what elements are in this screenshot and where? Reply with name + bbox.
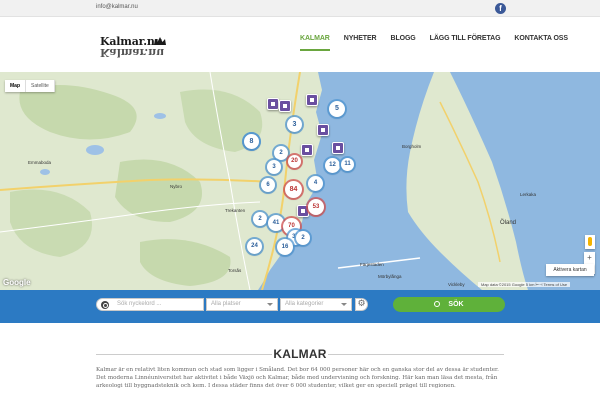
street-view-pegman-icon[interactable]: [585, 235, 595, 249]
map-type-control: Map Satellite: [5, 80, 55, 92]
content-section: KALMAR Kalmar är en relativt liten kommu…: [0, 323, 600, 400]
category-pin-icon[interactable]: [279, 100, 291, 112]
map-cluster-marker[interactable]: 41: [268, 215, 284, 231]
map-cluster-marker[interactable]: 2: [274, 146, 288, 160]
map-cluster-marker[interactable]: 16: [277, 239, 293, 255]
logo-reflection: Kalmar.nu: [100, 46, 165, 59]
category-pin-icon[interactable]: [332, 142, 344, 154]
map-type-map-button[interactable]: Map: [5, 80, 26, 92]
map-attribution[interactable]: Map data ©2015 Google 5 km ⊢⊣ Terms of U…: [478, 282, 571, 287]
nav-item-blogg[interactable]: BLOGG: [390, 35, 415, 51]
map-cluster-marker[interactable]: 4: [308, 176, 323, 191]
map-cluster-marker[interactable]: 53: [308, 199, 324, 215]
gear-icon[interactable]: ⚙: [355, 298, 368, 311]
nav-item-kontakta-oss[interactable]: KONTAKTA OSS: [514, 35, 568, 51]
places-select-label: Alla platser: [211, 301, 241, 307]
activate-map-button[interactable]: Aktivera kartan: [546, 264, 594, 276]
top-bar: info@kalmar.nu f: [0, 0, 600, 17]
category-select[interactable]: Alla kategorier: [280, 298, 352, 311]
map-cluster-marker[interactable]: 11: [341, 158, 354, 171]
map-label-vickleby: Vickleby: [448, 282, 465, 287]
map-cluster-marker[interactable]: 24: [247, 239, 262, 254]
nav-item-kalmar[interactable]: KALMAR: [300, 35, 330, 51]
category-select-label: Alla kategorier: [285, 301, 324, 307]
map-cluster-marker[interactable]: 3: [287, 117, 302, 132]
search-icon: [101, 301, 109, 309]
crown-icon: [154, 37, 166, 45]
map-cluster-marker[interactable]: 2: [253, 212, 267, 226]
chevron-down-icon: [341, 303, 347, 306]
category-pin-icon[interactable]: [267, 98, 279, 110]
nav-item-nyheter[interactable]: NYHETER: [344, 35, 377, 51]
search-submit-label: SÖK: [448, 301, 464, 308]
map-type-satellite-button[interactable]: Satellite: [26, 80, 55, 92]
places-select[interactable]: Alla platser: [206, 298, 278, 311]
chevron-down-icon: [267, 303, 273, 306]
main-nav: KALMAR NYHETER BLOGG LÄGG TILL FÖRETAG K…: [300, 35, 582, 51]
map-label-emmaboda: Emmaboda: [28, 160, 52, 165]
search-bar: Sök nyckelord ... Alla platser Alla kate…: [0, 290, 600, 323]
map-view[interactable]: Färjestaden Öland Lerkaka Vickleby Borgh…: [0, 72, 600, 290]
map-label-nybro: Nybro: [170, 184, 183, 189]
category-pin-icon[interactable]: [301, 144, 313, 156]
category-pin-icon[interactable]: [306, 94, 318, 106]
facebook-icon[interactable]: f: [495, 3, 506, 14]
map-cluster-marker[interactable]: 2: [296, 231, 310, 245]
map-cluster-marker[interactable]: 12: [325, 158, 340, 173]
map-label-morbylanga: Mörbylånga: [378, 273, 402, 279]
map-label-lerkaka: Lerkaka: [520, 192, 537, 197]
map-label-torsas: Torsås: [228, 267, 242, 273]
category-pin-icon[interactable]: [317, 124, 329, 136]
map-cluster-marker[interactable]: 5: [329, 101, 345, 117]
map-cluster-marker[interactable]: 8: [244, 134, 259, 149]
site-header: Kalmar.nu Kalmar.nu KALMAR NYHETER BLOGG…: [0, 18, 600, 72]
keyword-search-input[interactable]: Sök nyckelord ...: [96, 298, 204, 311]
google-logo: Google: [3, 278, 31, 287]
map-label-borgholm: Borgholm: [402, 144, 422, 149]
divider: [328, 354, 504, 355]
search-submit-button[interactable]: SÖK: [393, 297, 505, 312]
magnifier-icon: [434, 301, 441, 307]
site-logo[interactable]: Kalmar.nu Kalmar.nu: [100, 35, 166, 59]
zoom-in-button[interactable]: +: [584, 252, 595, 263]
map-label-farjestaden: Färjestaden: [360, 262, 384, 267]
map-background: Färjestaden Öland Lerkaka Vickleby Borgh…: [0, 72, 537, 290]
intro-paragraph: Kalmar är en relativt liten kommun och s…: [96, 367, 499, 390]
map-label-oland: Öland: [500, 219, 516, 226]
nav-item-lagg-till-foretag[interactable]: LÄGG TILL FÖRETAG: [430, 35, 501, 51]
map-cluster-marker[interactable]: 84: [285, 181, 302, 198]
map-cluster-marker[interactable]: 6: [261, 178, 275, 192]
contact-email[interactable]: info@kalmar.nu: [96, 4, 138, 10]
map-cluster-marker[interactable]: 3: [267, 160, 281, 174]
map-cluster-marker[interactable]: 20: [288, 155, 301, 168]
section-heading: KALMAR: [273, 347, 327, 361]
map-label-trekanten: Trekanten: [225, 208, 246, 213]
